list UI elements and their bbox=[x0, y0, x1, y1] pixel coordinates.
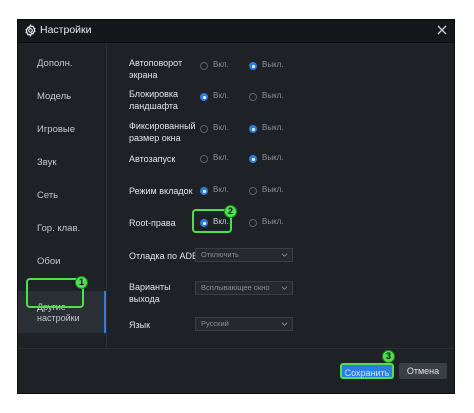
radio-label: Выкл. bbox=[262, 217, 284, 226]
tab-mode-on-radio[interactable] bbox=[200, 187, 208, 195]
close-icon[interactable] bbox=[434, 22, 450, 38]
sidebar-item-network[interactable]: Сеть bbox=[18, 190, 106, 223]
fixed-size-label: Фиксированный размер окна bbox=[129, 121, 196, 143]
sidebar-item-label: Сеть bbox=[37, 190, 59, 201]
cancel-button[interactable]: Отмена bbox=[399, 363, 447, 379]
sidebar-item-sound[interactable]: Звук bbox=[18, 157, 106, 190]
landscape-lock-label: Блокировка ландшафта bbox=[129, 89, 179, 111]
autorotate-on-radio[interactable] bbox=[200, 62, 208, 70]
radio-label: Выкл. bbox=[262, 91, 284, 100]
radio-label: Выкл. bbox=[262, 153, 284, 162]
autostart-on-radio[interactable] bbox=[200, 155, 208, 163]
radio-label: Вкл. bbox=[213, 60, 229, 69]
sidebar-item-label: Гор. клав. bbox=[37, 223, 81, 234]
sidebar-item-label: Дополн. bbox=[37, 58, 73, 69]
chevron-down-icon bbox=[281, 253, 288, 257]
tab-mode-off-radio[interactable] bbox=[249, 187, 257, 195]
radio-label: Вкл. bbox=[213, 153, 229, 162]
sidebar-item-label: настройки bbox=[37, 313, 80, 323]
exit-options-label: Варианты выхода bbox=[129, 282, 171, 304]
radio-label: Вкл. bbox=[213, 185, 229, 194]
radio-label: Вкл. bbox=[213, 123, 229, 132]
select-value: Русский bbox=[201, 319, 229, 328]
autorotate-label: Автоповорот экрана bbox=[129, 58, 183, 80]
select-value: Отключить bbox=[201, 250, 239, 259]
adb-debug-select[interactable]: Отключить bbox=[195, 248, 293, 262]
step-badge-2: 2 bbox=[224, 205, 237, 218]
sidebar-item-label: Модель bbox=[37, 91, 72, 102]
radio-label: Выкл. bbox=[262, 123, 284, 132]
adb-debug-label: Отладка по ADB bbox=[129, 251, 198, 261]
root-label: Root-права bbox=[129, 218, 176, 228]
window-title: Настройки bbox=[40, 24, 92, 36]
language-label: Язык bbox=[129, 320, 151, 330]
autostart-label: Автозапуск bbox=[129, 154, 176, 164]
exit-options-select[interactable]: Всплывающее окно bbox=[195, 281, 293, 295]
chevron-down-icon bbox=[281, 286, 288, 290]
root-off-radio[interactable] bbox=[249, 219, 257, 227]
sidebar-item-label: Игровые bbox=[37, 124, 76, 135]
step-badge-3: 3 bbox=[382, 350, 395, 363]
sidebar-item-hotkeys[interactable]: Гор. клав. bbox=[18, 223, 106, 256]
fixed-size-off-radio[interactable] bbox=[249, 125, 257, 133]
sidebar-item-label: Звук bbox=[37, 157, 57, 168]
sidebar-item-label: Обои bbox=[37, 256, 61, 267]
settings-window: Настройки Дополн. Модель Игровые Звук Се… bbox=[17, 19, 455, 394]
autostart-off-radio[interactable] bbox=[249, 155, 257, 163]
dialog-footer: Сохранить Отмена 3 bbox=[18, 348, 454, 393]
radio-label: Вкл. bbox=[213, 217, 229, 226]
language-select[interactable]: Русский bbox=[195, 317, 293, 331]
settings-content: Автоповорот экрана Вкл. Выкл. Блокировка… bbox=[107, 43, 454, 348]
root-on-radio[interactable] bbox=[200, 219, 208, 227]
save-button[interactable]: Сохранить bbox=[340, 363, 394, 379]
radio-label: Выкл. bbox=[262, 60, 284, 69]
radio-label: Вкл. bbox=[213, 91, 229, 100]
autorotate-off-radio[interactable] bbox=[249, 62, 257, 70]
landscape-lock-on-radio[interactable] bbox=[200, 93, 208, 101]
chevron-down-icon bbox=[281, 322, 288, 326]
landscape-lock-off-radio[interactable] bbox=[249, 93, 257, 101]
sidebar-item-model[interactable]: Модель bbox=[18, 91, 106, 124]
gear-icon bbox=[25, 24, 36, 37]
tab-mode-label: Режим вкладок bbox=[129, 186, 193, 196]
select-value: Всплывающее окно bbox=[201, 283, 270, 292]
step-badge-1: 1 bbox=[75, 276, 88, 289]
title-bar: Настройки bbox=[18, 20, 454, 43]
sidebar-item-advanced[interactable]: Дополн. bbox=[18, 58, 106, 91]
fixed-size-on-radio[interactable] bbox=[200, 125, 208, 133]
sidebar-item-game[interactable]: Игровые bbox=[18, 124, 106, 157]
radio-label: Выкл. bbox=[262, 185, 284, 194]
